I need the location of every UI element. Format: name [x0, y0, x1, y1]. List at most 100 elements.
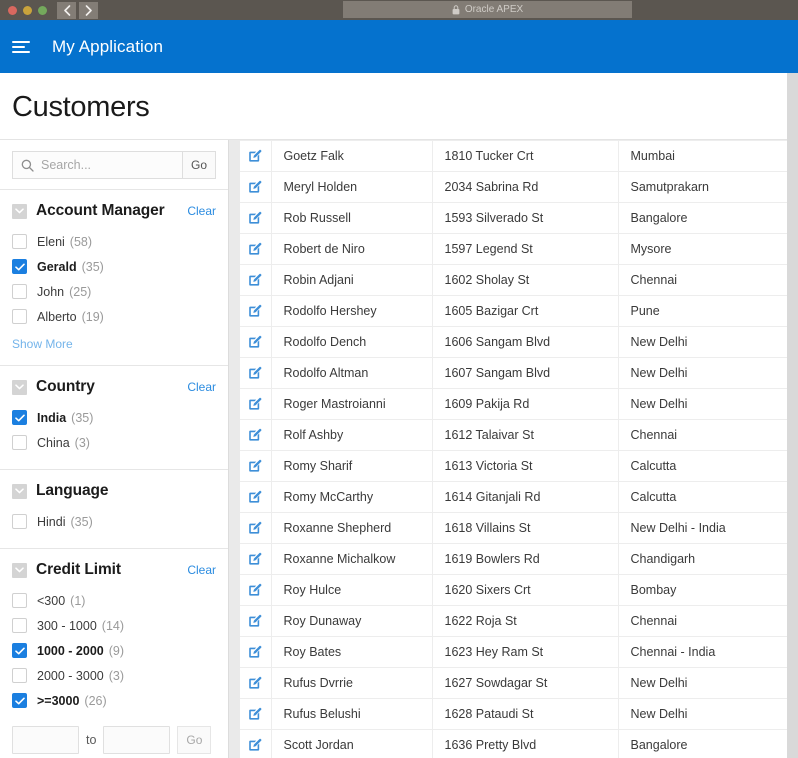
- customers-table-container[interactable]: Goetz Falk 1810 Tucker Crt Mumbai Meryl Hol…: [240, 140, 787, 758]
- range-from-input[interactable]: [12, 726, 79, 754]
- row-edit-cell[interactable]: [240, 357, 272, 389]
- facet-checkbox[interactable]: [12, 234, 27, 249]
- table-row[interactable]: Rufus Belushi 1628 Pataudi St New Delhi: [240, 698, 787, 730]
- facet-show-more-account-manager[interactable]: Show More: [12, 337, 216, 351]
- row-edit-cell[interactable]: [240, 698, 272, 730]
- row-edit-cell[interactable]: [240, 605, 272, 637]
- search-input[interactable]: Search...: [12, 151, 182, 179]
- row-edit-cell[interactable]: [240, 233, 272, 265]
- table-row[interactable]: Roxanne Michalkow 1619 Bowlers Rd Chandiga…: [240, 543, 787, 575]
- facet-collapse-toggle-credit-limit[interactable]: [12, 562, 27, 578]
- facet-checkbox[interactable]: [12, 284, 27, 299]
- row-edit-cell[interactable]: [240, 729, 272, 758]
- row-edit-cell[interactable]: [240, 574, 272, 606]
- facet-checkbox[interactable]: [12, 309, 27, 324]
- table-row[interactable]: Roy Dunaway 1622 Roja St Chennai: [240, 605, 787, 637]
- edit-pencil-icon[interactable]: [248, 428, 262, 442]
- row-edit-cell[interactable]: [240, 419, 272, 451]
- table-row[interactable]: Romy McCarthy 1614 Gitanjali Rd Calcutta: [240, 481, 787, 513]
- edit-pencil-icon[interactable]: [248, 242, 262, 256]
- back-button[interactable]: [57, 1, 76, 19]
- edit-pencil-icon[interactable]: [248, 335, 262, 349]
- facet-checkbox[interactable]: [12, 593, 27, 608]
- close-window-button[interactable]: [8, 5, 17, 15]
- row-edit-cell[interactable]: [240, 543, 272, 575]
- edit-pencil-icon[interactable]: [248, 552, 262, 566]
- table-row[interactable]: Rodolfo Altman 1607 Sangam Blvd New Delhi: [240, 357, 787, 389]
- edit-pencil-icon[interactable]: [248, 645, 262, 659]
- facet-collapse-toggle-language[interactable]: [12, 483, 27, 499]
- address-bar[interactable]: Oracle APEX: [343, 1, 632, 18]
- facet-item-account-manager[interactable]: Eleni (58): [12, 229, 216, 254]
- facet-item-credit-limit[interactable]: 1000 - 2000 (9): [12, 638, 216, 663]
- facet-checkbox[interactable]: [12, 693, 27, 708]
- facet-checkbox[interactable]: [12, 643, 27, 658]
- table-row[interactable]: Robin Adjani 1602 Sholay St Chennai: [240, 264, 787, 296]
- edit-pencil-icon[interactable]: [248, 490, 262, 504]
- edit-pencil-icon[interactable]: [248, 211, 262, 225]
- row-edit-cell[interactable]: [240, 667, 272, 699]
- edit-pencil-icon[interactable]: [248, 521, 262, 535]
- range-go-button[interactable]: Go: [177, 726, 212, 754]
- row-edit-cell[interactable]: [240, 512, 272, 544]
- edit-pencil-icon[interactable]: [248, 180, 262, 194]
- table-row[interactable]: Roxanne Shepherd 1618 Villains St New Delh…: [240, 512, 787, 544]
- table-row[interactable]: Rufus Dvrrie 1627 Sowdagar St New Delhi: [240, 667, 787, 699]
- facet-item-country[interactable]: India (35): [12, 405, 216, 430]
- edit-pencil-icon[interactable]: [248, 707, 262, 721]
- row-edit-cell[interactable]: [240, 264, 272, 296]
- row-edit-cell[interactable]: [240, 295, 272, 327]
- edit-pencil-icon[interactable]: [248, 304, 262, 318]
- facet-item-country[interactable]: China (3): [12, 430, 216, 455]
- table-row[interactable]: Rolf Ashby 1612 Talaivar St Chennai: [240, 419, 787, 451]
- facet-item-credit-limit[interactable]: 300 - 1000 (14): [12, 613, 216, 638]
- edit-pencil-icon[interactable]: [248, 583, 262, 597]
- edit-pencil-icon[interactable]: [248, 676, 262, 690]
- facet-collapse-toggle-account-manager[interactable]: [12, 203, 27, 219]
- edit-pencil-icon[interactable]: [248, 614, 262, 628]
- facet-clear-credit-limit[interactable]: Clear: [187, 563, 216, 577]
- table-row[interactable]: Rodolfo Hershey 1605 Bazigar Crt Pune: [240, 295, 787, 327]
- facet-item-credit-limit[interactable]: >=3000 (26): [12, 688, 216, 713]
- facet-item-account-manager[interactable]: Gerald (35): [12, 254, 216, 279]
- facet-item-credit-limit[interactable]: 2000 - 3000 (3): [12, 663, 216, 688]
- forward-button[interactable]: [79, 1, 98, 19]
- facet-collapse-toggle-country[interactable]: [12, 379, 27, 395]
- row-edit-cell[interactable]: [240, 171, 272, 203]
- row-edit-cell[interactable]: [240, 326, 272, 358]
- facet-checkbox[interactable]: [12, 668, 27, 683]
- facet-checkbox[interactable]: [12, 618, 27, 633]
- facet-checkbox[interactable]: [12, 435, 27, 450]
- edit-pencil-icon[interactable]: [248, 459, 262, 473]
- row-edit-cell[interactable]: [240, 140, 272, 172]
- facet-clear-country[interactable]: Clear: [187, 380, 216, 394]
- hamburger-icon[interactable]: [12, 36, 34, 58]
- facet-item-credit-limit[interactable]: <300 (1): [12, 588, 216, 613]
- row-edit-cell[interactable]: [240, 450, 272, 482]
- table-row[interactable]: Rob Russell 1593 Silverado St Bangalore: [240, 202, 787, 234]
- facet-item-account-manager[interactable]: Alberto (19): [12, 304, 216, 329]
- edit-pencil-icon[interactable]: [248, 273, 262, 287]
- row-edit-cell[interactable]: [240, 202, 272, 234]
- edit-pencil-icon[interactable]: [248, 397, 262, 411]
- minimize-window-button[interactable]: [23, 5, 32, 15]
- facet-checkbox[interactable]: [12, 410, 27, 425]
- search-go-button[interactable]: Go: [182, 151, 216, 179]
- zoom-window-button[interactable]: [38, 5, 47, 15]
- row-edit-cell[interactable]: [240, 636, 272, 668]
- facet-checkbox[interactable]: [12, 514, 27, 529]
- table-row[interactable]: Roy Hulce 1620 Sixers Crt Bombay: [240, 574, 787, 606]
- facet-item-language[interactable]: Hindi (35): [12, 509, 216, 534]
- facet-checkbox[interactable]: [12, 259, 27, 274]
- row-edit-cell[interactable]: [240, 481, 272, 513]
- table-row[interactable]: Roy Bates 1623 Hey Ram St Chennai - India: [240, 636, 787, 668]
- table-row[interactable]: Rodolfo Dench 1606 Sangam Blvd New Delhi: [240, 326, 787, 358]
- table-row[interactable]: Goetz Falk 1810 Tucker Crt Mumbai: [240, 140, 787, 172]
- range-to-input[interactable]: [103, 726, 171, 754]
- table-row[interactable]: Scott Jordan 1636 Pretty Blvd Bangalore: [240, 729, 787, 758]
- facet-item-account-manager[interactable]: John (25): [12, 279, 216, 304]
- row-edit-cell[interactable]: [240, 388, 272, 420]
- edit-pencil-icon[interactable]: [248, 149, 262, 163]
- edit-pencil-icon[interactable]: [248, 366, 262, 380]
- facet-clear-account-manager[interactable]: Clear: [187, 204, 216, 218]
